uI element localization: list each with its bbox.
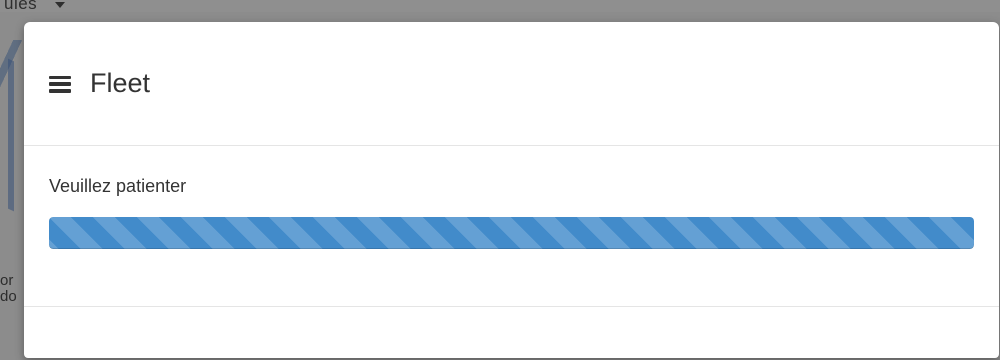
progress-bar — [49, 217, 974, 249]
background-topbar: ules — [0, 0, 1000, 13]
background-map-route — [8, 58, 14, 212]
hamburger-menu-icon — [49, 75, 71, 93]
background-menu-label: ules — [4, 0, 38, 13]
modal-footer — [24, 307, 999, 357]
loading-modal: Fleet Veuillez patienter — [24, 22, 999, 358]
modal-title: Fleet — [90, 68, 151, 98]
chevron-down-icon — [55, 2, 65, 8]
modal-header: Fleet — [24, 22, 999, 146]
loading-message: Veuillez patienter — [49, 176, 187, 196]
progress-track — [49, 217, 974, 249]
background-side-text: or do — [0, 272, 17, 305]
modal-body: Veuillez patienter — [24, 146, 999, 307]
